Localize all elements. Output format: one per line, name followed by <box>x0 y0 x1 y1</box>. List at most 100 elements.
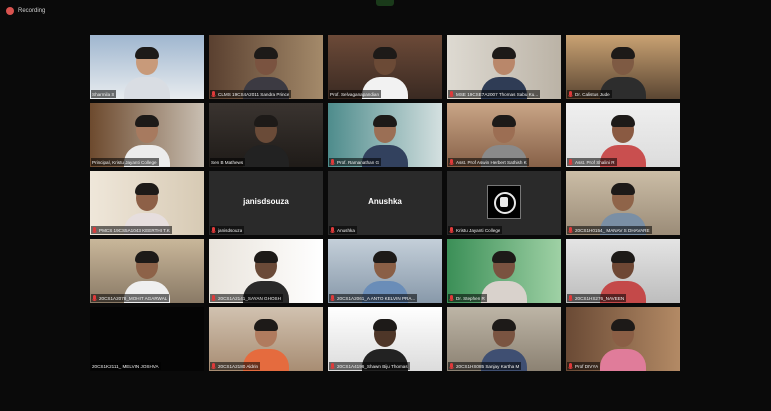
muted-mic-icon <box>568 363 573 369</box>
participant-tile[interactable]: Principal, Kristu Jayanti College <box>90 103 204 167</box>
muted-mic-icon <box>568 159 573 165</box>
participant-name: 20CS1A4196_Shawn Biju Thomas <box>337 363 408 369</box>
participant-tile[interactable]: 20CS1A4196_Shawn Biju Thomas <box>328 307 442 371</box>
participant-name-tag: Asst. Prof Shalini R <box>567 158 617 166</box>
participant-name: Asst. Prof Shalini R <box>575 159 615 165</box>
participant-tile[interactable]: Sharmila S <box>90 35 204 99</box>
participant-name-tag: Dr. Calistus Jude <box>567 90 612 98</box>
participant-silhouette <box>243 113 289 167</box>
muted-mic-icon <box>330 363 335 369</box>
participant-name-tag: Prof. Ramanathan G <box>329 158 382 166</box>
participant-name-tag: Principal, Kristu Jayanti College <box>91 158 159 166</box>
participant-name-tag: janisdsouza <box>210 226 245 234</box>
muted-mic-icon <box>568 91 573 97</box>
participant-name: MSE 19CSE7A2007 Thomas Sabu Ku... <box>456 91 539 97</box>
gallery-view: Sharmila S CLMS 19CS4A2011 Sandra Prince P… <box>90 35 684 371</box>
participant-name-tag: 20CS1A2078_MOHIT AGARWAL <box>91 294 170 302</box>
participant-name-tag: Kristu Jayanti College <box>448 226 503 234</box>
muted-mic-icon <box>330 295 335 301</box>
muted-mic-icon <box>330 227 335 233</box>
participant-tile[interactable]: 20CS1K2111_ MELVIN JOSHVA <box>90 307 204 371</box>
participant-name: 20CS1HS085 Sanjay Kartha M <box>456 363 520 369</box>
top-bar-handle[interactable] <box>376 0 394 6</box>
participant-name-tag: Prof DIVYA <box>567 362 601 370</box>
participant-name-tag: MSE 19CSE7A2007 Thomas Sabu Ku... <box>448 90 541 98</box>
muted-mic-icon <box>449 295 454 301</box>
muted-mic-icon <box>92 295 97 301</box>
participant-tile[interactable]: CLMS 19CS4A2011 Sandra Prince <box>209 35 323 99</box>
participant-name: Anushka <box>337 227 355 233</box>
muted-mic-icon <box>568 227 573 233</box>
participant-tile[interactable]: Asst. Prof Shalini R <box>566 103 680 167</box>
participant-tile[interactable]: Anushka Anushka <box>328 171 442 235</box>
muted-mic-icon <box>330 159 335 165</box>
participant-tile[interactable]: Prof. Ramanathan G <box>328 103 442 167</box>
participant-tile[interactable]: 20CS1HS276_NAVEEN <box>566 239 680 303</box>
muted-mic-icon <box>568 295 573 301</box>
participant-silhouette <box>481 249 527 303</box>
participant-name-tag: 20CS1HS085 Sanjay Kartha M <box>448 362 522 370</box>
participant-tile[interactable]: 20CS1A2061_A ANTO KELVIN PRA... <box>328 239 442 303</box>
participant-name: Dr. Calistus Jude <box>575 91 610 97</box>
participant-name-tag: Sharmila S <box>91 90 117 98</box>
participant-name: Sharmila S <box>92 91 115 97</box>
muted-mic-icon <box>92 227 97 233</box>
participant-name: 20CS1K2111_ MELVIN JOSHVA <box>92 363 159 369</box>
participant-name-tag: 20CS1A2061_A ANTO KELVIN PRA... <box>329 294 418 302</box>
participant-tile[interactable]: Sen B Mathews <box>209 103 323 167</box>
participant-tile[interactable]: 20CS1HS085 Sanjay Kartha M <box>447 307 561 371</box>
participant-tile[interactable]: PMCS 19CS5A1043 KEERTHI T.K <box>90 171 204 235</box>
participant-tile[interactable]: 20CS1H0154_ MANAV S DHAVARE <box>566 171 680 235</box>
recording-indicator[interactable]: Recording <box>6 5 45 17</box>
participant-name: 20CS1A2061_A ANTO KELVIN PRA... <box>337 295 416 301</box>
participant-tile[interactable]: Dr. Stephen R <box>447 239 561 303</box>
participant-name-tag: 20CS1A2180 Aldrin <box>210 362 261 370</box>
participant-name-tag: Anushka <box>329 226 357 234</box>
participant-name: Sen B Mathews <box>211 159 244 165</box>
participant-name-tag: Sen B Mathews <box>210 158 246 166</box>
muted-mic-icon <box>211 295 216 301</box>
participant-tile[interactable]: Dr. Calistus Jude <box>566 35 680 99</box>
muted-mic-icon <box>449 159 454 165</box>
participant-name: Dr. Stephen R <box>456 295 485 301</box>
muted-mic-icon <box>449 91 454 97</box>
participant-name-tag: 20CS1A2141_SAYAN GHOSH <box>210 294 283 302</box>
participant-name: 20CS1HS276_NAVEEN <box>575 295 625 301</box>
participant-tile[interactable]: Asst. Prof Aswin Herbert Sathish K <box>447 103 561 167</box>
recording-dot-icon <box>6 7 14 15</box>
participant-name-tag: Dr. Stephen R <box>448 294 487 302</box>
participant-name-tag: 20CS1K2111_ MELVIN JOSHVA <box>91 362 161 370</box>
participant-tile[interactable]: Prof. Selvaganapandian <box>328 35 442 99</box>
participant-display-name: Anushka <box>368 197 402 206</box>
muted-mic-icon <box>211 363 216 369</box>
participant-name: CLMS 19CS4A2011 Sandra Prince <box>218 91 290 97</box>
participant-name: Asst. Prof Aswin Herbert Sathish K <box>456 159 527 165</box>
participant-name-tag: Asst. Prof Aswin Herbert Sathish K <box>448 158 529 166</box>
participant-tile[interactable]: Kristu Jayanti College <box>447 171 561 235</box>
muted-mic-icon <box>449 227 454 233</box>
participant-tile[interactable]: janisdsouza janisdsouza <box>209 171 323 235</box>
participant-tile[interactable]: 20CS1A2078_MOHIT AGARWAL <box>90 239 204 303</box>
participant-name: Kristu Jayanti College <box>456 227 501 233</box>
participant-name-tag: PMCS 19CS5A1043 KEERTHI T.K <box>91 226 172 234</box>
participant-tile[interactable]: Prof DIVYA <box>566 307 680 371</box>
participant-name: janisdsouza <box>218 227 243 233</box>
muted-mic-icon <box>211 91 216 97</box>
participant-name-tag: 20CS1H0154_ MANAV S DHAVARE <box>567 226 652 234</box>
participant-name-tag: 20CS1HS276_NAVEEN <box>567 294 627 302</box>
muted-mic-icon <box>449 363 454 369</box>
participant-tile[interactable]: MSE 19CSE7A2007 Thomas Sabu Ku... <box>447 35 561 99</box>
participant-name-tag: CLMS 19CS4A2011 Sandra Prince <box>210 90 292 98</box>
participant-silhouette <box>124 45 170 99</box>
participant-name: 20CS1A2078_MOHIT AGARWAL <box>99 295 168 301</box>
participant-name: Prof DIVYA <box>575 363 599 369</box>
participant-tile[interactable]: 20CS1A2180 Aldrin <box>209 307 323 371</box>
participant-name: Prof. Ramanathan G <box>337 159 380 165</box>
participant-silhouette <box>600 317 646 371</box>
participant-name: Principal, Kristu Jayanti College <box>92 159 157 165</box>
participant-tile[interactable]: 20CS1A2141_SAYAN GHOSH <box>209 239 323 303</box>
participant-name: 20CS1A2141_SAYAN GHOSH <box>218 295 281 301</box>
participant-display-name: janisdsouza <box>243 197 289 206</box>
participant-name-tag: Prof. Selvaganapandian <box>329 90 382 98</box>
muted-mic-icon <box>211 227 216 233</box>
